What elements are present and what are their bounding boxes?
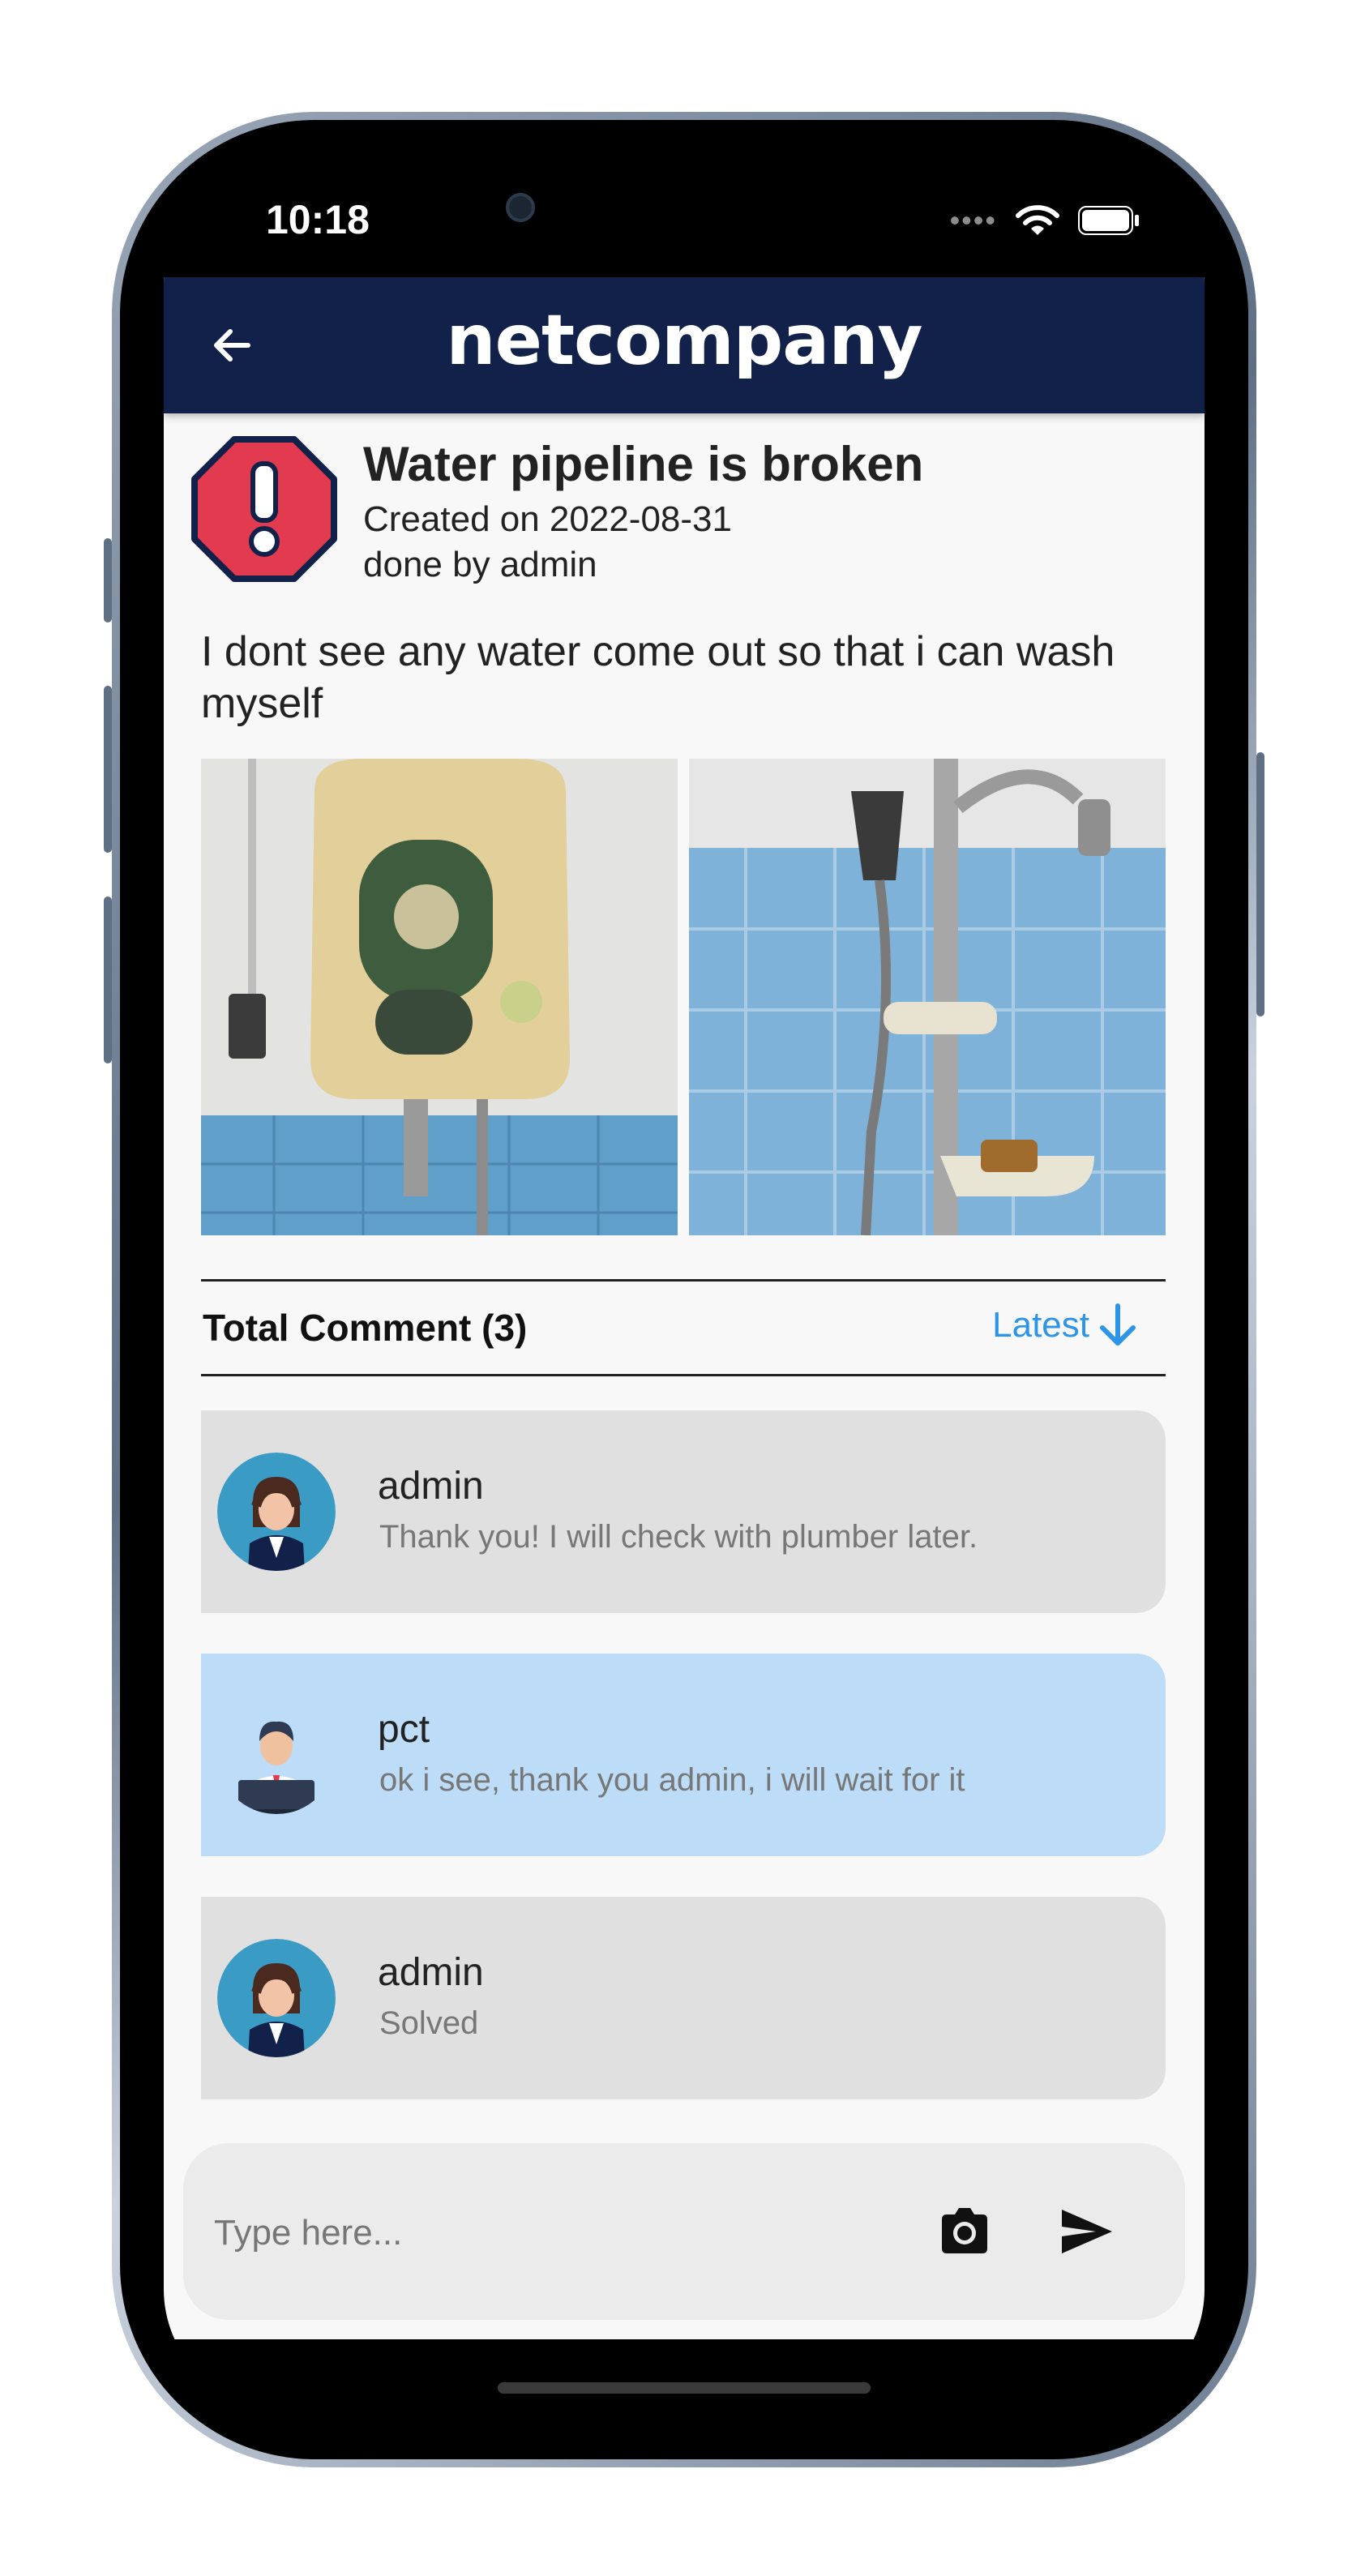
issue-created-date: Created on 2022-08-31 bbox=[363, 499, 732, 539]
comment-author: admin bbox=[378, 1465, 484, 1508]
comment-text: Solved bbox=[379, 2005, 479, 2041]
arrow-down-icon bbox=[1100, 1303, 1136, 1346]
avatar-admin bbox=[217, 1453, 336, 1571]
warning-icon bbox=[191, 436, 337, 582]
power-button bbox=[1256, 752, 1264, 1016]
volume-up-button bbox=[104, 686, 112, 853]
comment-composer bbox=[183, 2143, 1185, 2320]
comment-item: pct ok i see, thank you admin, i will wa… bbox=[201, 1654, 1166, 1856]
comment-author: pct bbox=[378, 1708, 430, 1751]
sort-label: Latest bbox=[992, 1305, 1089, 1345]
comments-header: Total Comment (3) Latest bbox=[201, 1279, 1166, 1376]
issue-photo-shower[interactable] bbox=[689, 759, 1166, 1235]
phone-screen: 10:18 •••• netcompany Water pipeline is … bbox=[164, 162, 1205, 2411]
camera-icon[interactable] bbox=[937, 2203, 992, 2258]
comment-author: admin bbox=[378, 1951, 484, 1994]
avatar-pct bbox=[217, 1696, 336, 1814]
sort-latest-button[interactable]: Latest bbox=[992, 1303, 1138, 1348]
action-button bbox=[104, 538, 112, 623]
battery-icon bbox=[1078, 206, 1139, 235]
comments-count: Total Comment (3) bbox=[203, 1307, 528, 1349]
status-bar: 10:18 •••• bbox=[164, 162, 1205, 277]
comment-text: ok i see, thank you admin, i will wait f… bbox=[379, 1762, 965, 1798]
issue-header: Water pipeline is broken Created on 2022… bbox=[191, 436, 1180, 590]
app-content: netcompany Water pipeline is broken Crea… bbox=[164, 277, 1205, 2339]
app-bar: netcompany bbox=[164, 277, 1205, 413]
comment-input[interactable] bbox=[212, 2192, 929, 2274]
home-indicator[interactable] bbox=[498, 2382, 871, 2394]
issue-title: Water pipeline is broken bbox=[363, 437, 924, 491]
issue-author: done by admin bbox=[363, 545, 597, 584]
avatar-admin bbox=[217, 1939, 336, 2057]
app-title: netcompany bbox=[446, 300, 922, 381]
signal-icon: •••• bbox=[949, 203, 997, 237]
front-camera bbox=[506, 193, 535, 222]
comment-item: admin Thank you! I will check with plumb… bbox=[201, 1410, 1166, 1613]
comment-text: Thank you! I will check with plumber lat… bbox=[379, 1519, 978, 1555]
status-time: 10:18 bbox=[266, 197, 370, 242]
issue-photo-water-heater[interactable] bbox=[201, 759, 678, 1235]
status-icons: •••• bbox=[950, 204, 1140, 237]
issue-description: I dont see any water come out so that i … bbox=[201, 628, 1115, 727]
comment-item: admin Solved bbox=[201, 1897, 1166, 2099]
volume-down-button bbox=[104, 896, 112, 1063]
wifi-icon bbox=[1016, 205, 1059, 235]
send-icon[interactable] bbox=[1059, 2203, 1115, 2260]
